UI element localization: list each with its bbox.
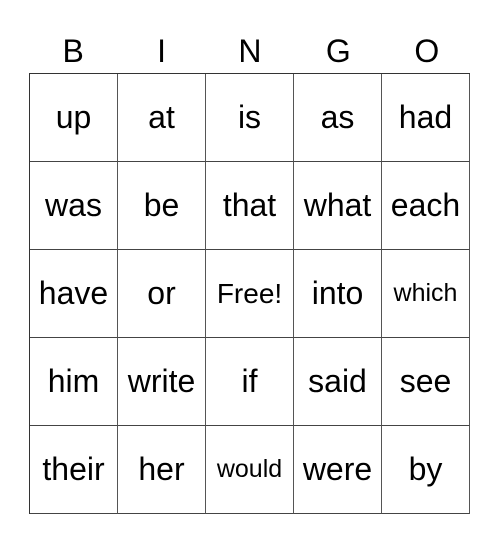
header-letter-o: O — [414, 33, 440, 69]
bingo-header: B I N G O — [29, 30, 471, 73]
bingo-card-grid: up at is as had was be that what each ha… — [29, 73, 470, 514]
bingo-cell: each — [382, 162, 470, 250]
header-letter-i: I — [157, 33, 167, 69]
header-letter-b: B — [62, 33, 84, 69]
header-letter-g: G — [325, 33, 351, 69]
bingo-cell: what — [294, 162, 382, 250]
bingo-cell: by — [382, 426, 470, 514]
bingo-cell: that — [206, 162, 294, 250]
bingo-cell: were — [294, 426, 382, 514]
bingo-cell: is — [206, 74, 294, 162]
bingo-cell: into — [294, 250, 382, 338]
bingo-cell: or — [118, 250, 206, 338]
bingo-cell: up — [30, 74, 118, 162]
header-letter-n: N — [238, 33, 262, 69]
bingo-cell: at — [118, 74, 206, 162]
bingo-cell: write — [118, 338, 206, 426]
bingo-cell: was — [30, 162, 118, 250]
bingo-cell: said — [294, 338, 382, 426]
bingo-cell: her — [118, 426, 206, 514]
bingo-cell: have — [30, 250, 118, 338]
bingo-cell: as — [294, 74, 382, 162]
bingo-cell: see — [382, 338, 470, 426]
bingo-cell: be — [118, 162, 206, 250]
bingo-cell: had — [382, 74, 470, 162]
bingo-cell: which — [382, 250, 470, 338]
bingo-cell: him — [30, 338, 118, 426]
bingo-cell: would — [206, 426, 294, 514]
free-space-cell: Free! — [206, 250, 294, 338]
bingo-cell: if — [206, 338, 294, 426]
bingo-cell: their — [30, 426, 118, 514]
